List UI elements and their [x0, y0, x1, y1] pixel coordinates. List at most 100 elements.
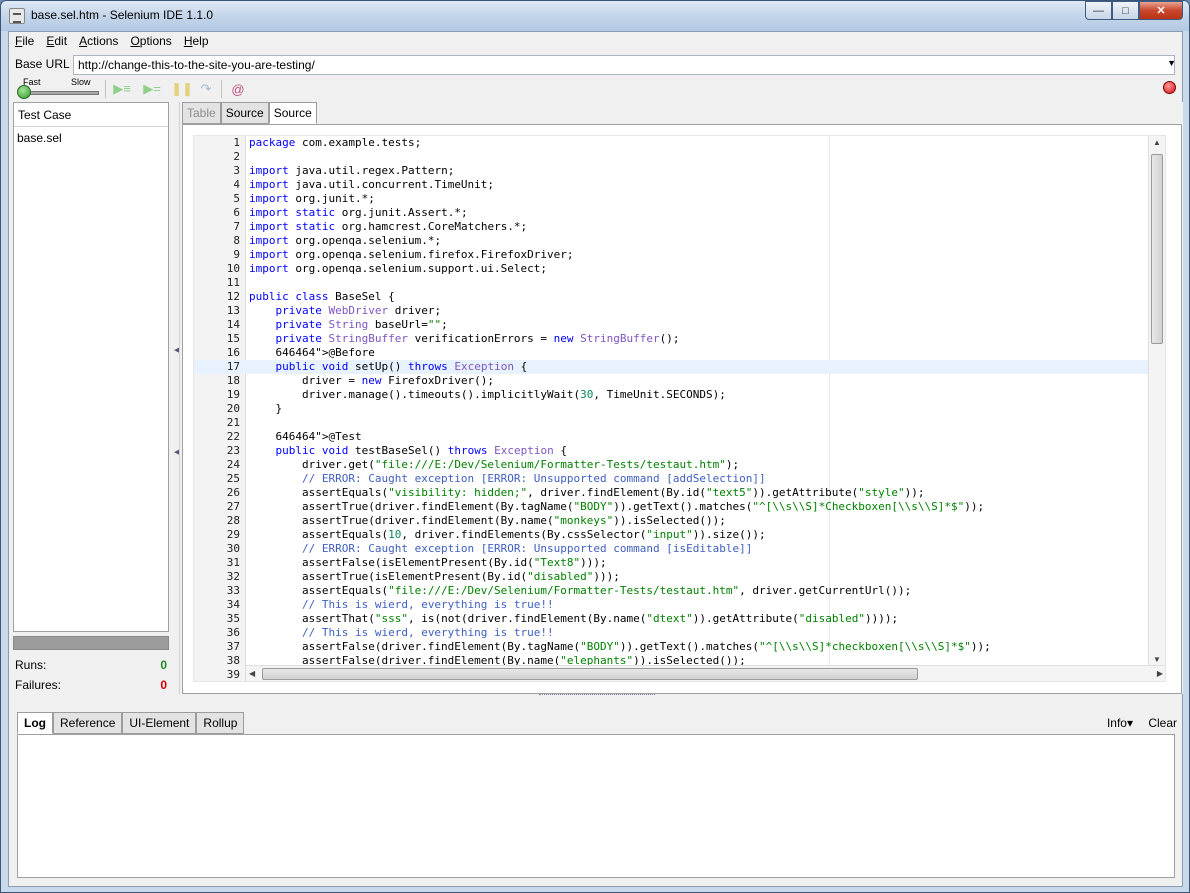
scroll-right-icon[interactable]: ▶	[1157, 669, 1163, 678]
code-line[interactable]: 5 import org.junit.*;	[194, 192, 1165, 206]
rollup-icon[interactable]: @	[227, 81, 249, 97]
scroll-up-icon[interactable]: ▲	[1153, 138, 1161, 147]
menu-actions[interactable]: Actions	[73, 32, 124, 52]
code-text[interactable]: assertFalse(driver.findElement(By.tagNam…	[249, 640, 991, 654]
code-line[interactable]: 10 import org.openqa.selenium.support.ui.…	[194, 262, 1165, 276]
code-line[interactable]: 27 assertTrue(driver.findElement(By.tagN…	[194, 500, 1165, 514]
code-line[interactable]: 35 assertThat("sss", is(not(driver.findE…	[194, 612, 1165, 626]
code-text[interactable]: }	[249, 402, 282, 416]
code-text[interactable]: import static org.hamcrest.CoreMatchers.…	[249, 220, 527, 234]
code-text[interactable]: import org.openqa.selenium.firefox.Firef…	[249, 248, 574, 262]
code-text[interactable]: assertTrue(driver.findElement(By.name("m…	[249, 514, 726, 528]
source-editor[interactable]: 1 package com.example.tests; 2 3 import java…	[193, 135, 1166, 682]
code-text[interactable]: assertTrue(driver.findElement(By.tagName…	[249, 500, 984, 514]
code-line[interactable]: 26 assertEquals("visibility: hidden;", d…	[194, 486, 1165, 500]
scroll-down-icon[interactable]: ▼	[1153, 655, 1161, 664]
speed-slider-track[interactable]	[21, 91, 99, 95]
scroll-left-icon[interactable]: ◀	[249, 669, 255, 678]
code-text[interactable]: assertEquals("file:///E:/Dev/Selenium/Fo…	[249, 584, 911, 598]
code-line[interactable]: 33 assertEquals("file:///E:/Dev/Selenium…	[194, 584, 1165, 598]
code-text[interactable]: assertFalse(isElementPresent(By.id("Text…	[249, 556, 607, 570]
info-dropdown[interactable]: Info▾	[1107, 716, 1133, 730]
menu-file[interactable]: File	[9, 32, 40, 52]
horizontal-scrollbar[interactable]: ◀ ▶	[246, 665, 1165, 681]
code-line[interactable]: 19 driver.manage().timeouts().implicitly…	[194, 388, 1165, 402]
code-text[interactable]: public class BaseSel {	[249, 290, 395, 304]
code-text[interactable]: assertTrue(isElementPresent(By.id("disab…	[249, 570, 620, 584]
tab-source[interactable]: Source	[220, 102, 269, 124]
code-area[interactable]: 1 package com.example.tests; 2 3 import java…	[194, 136, 1165, 681]
pause-icon[interactable]: ❚❚	[171, 81, 193, 97]
code-line[interactable]: 3 import java.util.regex.Pattern;	[194, 164, 1165, 178]
horizontal-splitter[interactable]	[539, 694, 655, 700]
code-text[interactable]: public void setUp() throws Exception {	[249, 360, 528, 374]
code-text[interactable]: package com.example.tests;	[249, 136, 421, 150]
code-text[interactable]: // This is wierd, everything is true!!	[249, 626, 554, 640]
maximize-button[interactable]: □	[1112, 1, 1139, 20]
code-text[interactable]: private StringBuffer verificationErrors …	[249, 332, 680, 346]
code-line[interactable]: 4 import java.util.concurrent.TimeUnit;	[194, 178, 1165, 192]
code-line[interactable]: 30 // ERROR: Caught exception [ERROR: Un…	[194, 542, 1165, 556]
base-url-input[interactable]	[73, 55, 1175, 75]
code-text[interactable]: import org.junit.*;	[249, 192, 375, 206]
log-tab-log[interactable]: Log	[17, 712, 53, 734]
code-text[interactable]: // ERROR: Caught exception [ERROR: Unsup…	[249, 542, 752, 556]
code-text[interactable]: public void testBaseSel() throws Excepti…	[249, 444, 567, 458]
step-icon[interactable]: ↷	[195, 81, 217, 97]
code-line[interactable]: 17 public void setUp() throws Exception …	[194, 360, 1165, 374]
code-text[interactable]: import static org.junit.Assert.*;	[249, 206, 468, 220]
code-line[interactable]: 29 assertEquals(10, driver.findElements(…	[194, 528, 1165, 542]
test-case-item[interactable]: base.sel	[14, 127, 168, 149]
code-text[interactable]: import java.util.concurrent.TimeUnit;	[249, 178, 494, 192]
code-line[interactable]: 37 assertFalse(driver.findElement(By.tag…	[194, 640, 1165, 654]
code-line[interactable]: 18 driver = new FirefoxDriver();	[194, 374, 1165, 388]
minimize-button[interactable]: —	[1085, 1, 1112, 20]
clear-button[interactable]: Clear	[1148, 716, 1177, 730]
code-line[interactable]: 32 assertTrue(isElementPresent(By.id("di…	[194, 570, 1165, 584]
play-suite-icon[interactable]: ▶≡	[111, 81, 133, 97]
code-line[interactable]: 14 private String baseUrl="";	[194, 318, 1165, 332]
code-line[interactable]: 21	[194, 416, 1165, 430]
code-text[interactable]: driver.manage().timeouts().implicitlyWai…	[249, 388, 726, 402]
vertical-scroll-thumb[interactable]	[1151, 154, 1163, 344]
code-line[interactable]: 20 }	[194, 402, 1165, 416]
code-line[interactable]: 2	[194, 150, 1165, 164]
menu-help[interactable]: Help	[178, 32, 215, 52]
tab-source[interactable]: Source	[268, 102, 317, 124]
code-text[interactable]: private WebDriver driver;	[249, 304, 442, 318]
code-line[interactable]: 36 // This is wierd, everything is true!…	[194, 626, 1165, 640]
speed-slider-handle[interactable]	[17, 85, 31, 99]
title-bar[interactable]: base.sel.htm - Selenium IDE 1.1.0 — □ ✕	[1, 1, 1189, 31]
code-line[interactable]: 34 // This is wierd, everything is true!…	[194, 598, 1165, 612]
code-text[interactable]: // This is wierd, everything is true!!	[249, 598, 554, 612]
menu-options[interactable]: Options	[124, 32, 177, 52]
code-line[interactable]: 6 import static org.junit.Assert.*;	[194, 206, 1165, 220]
record-button[interactable]	[1163, 81, 1176, 94]
code-text[interactable]: 646464">@Test	[249, 430, 362, 444]
code-text[interactable]: assertThat("sss", is(not(driver.findElem…	[249, 612, 898, 626]
code-line[interactable]: 1 package com.example.tests;	[194, 136, 1165, 150]
log-tab-reference[interactable]: Reference	[53, 712, 123, 734]
code-text[interactable]: import org.openqa.selenium.support.ui.Se…	[249, 262, 547, 276]
url-dropdown-icon[interactable]: ▼	[1167, 58, 1176, 68]
vertical-scrollbar[interactable]: ▲ ▼	[1148, 136, 1165, 666]
code-line[interactable]: 12 public class BaseSel {	[194, 290, 1165, 304]
code-line[interactable]: 15 private StringBuffer verificationErro…	[194, 332, 1165, 346]
play-test-icon[interactable]: ▶=	[141, 81, 163, 97]
code-line[interactable]: 25 // ERROR: Caught exception [ERROR: Un…	[194, 472, 1165, 486]
code-line[interactable]: 13 private WebDriver driver;	[194, 304, 1165, 318]
menu-edit[interactable]: Edit	[40, 32, 73, 52]
code-text[interactable]: driver.get("file:///E:/Dev/Selenium/Form…	[249, 458, 739, 472]
code-line[interactable]: 16 646464">@Before	[194, 346, 1165, 360]
code-line[interactable]: 23 public void testBaseSel() throws Exce…	[194, 444, 1165, 458]
code-text[interactable]: import java.util.regex.Pattern;	[249, 164, 454, 178]
code-line[interactable]: 28 assertTrue(driver.findElement(By.name…	[194, 514, 1165, 528]
code-text[interactable]: assertEquals(10, driver.findElements(By.…	[249, 528, 766, 542]
code-line[interactable]: 9 import org.openqa.selenium.firefox.Fire…	[194, 248, 1165, 262]
horizontal-scroll-thumb[interactable]	[262, 668, 918, 680]
code-text[interactable]: driver = new FirefoxDriver();	[249, 374, 494, 388]
code-line[interactable]: 22 646464">@Test	[194, 430, 1165, 444]
code-line[interactable]: 8 import org.openqa.selenium.*;	[194, 234, 1165, 248]
code-line[interactable]: 11	[194, 276, 1165, 290]
close-button[interactable]: ✕	[1139, 1, 1183, 20]
